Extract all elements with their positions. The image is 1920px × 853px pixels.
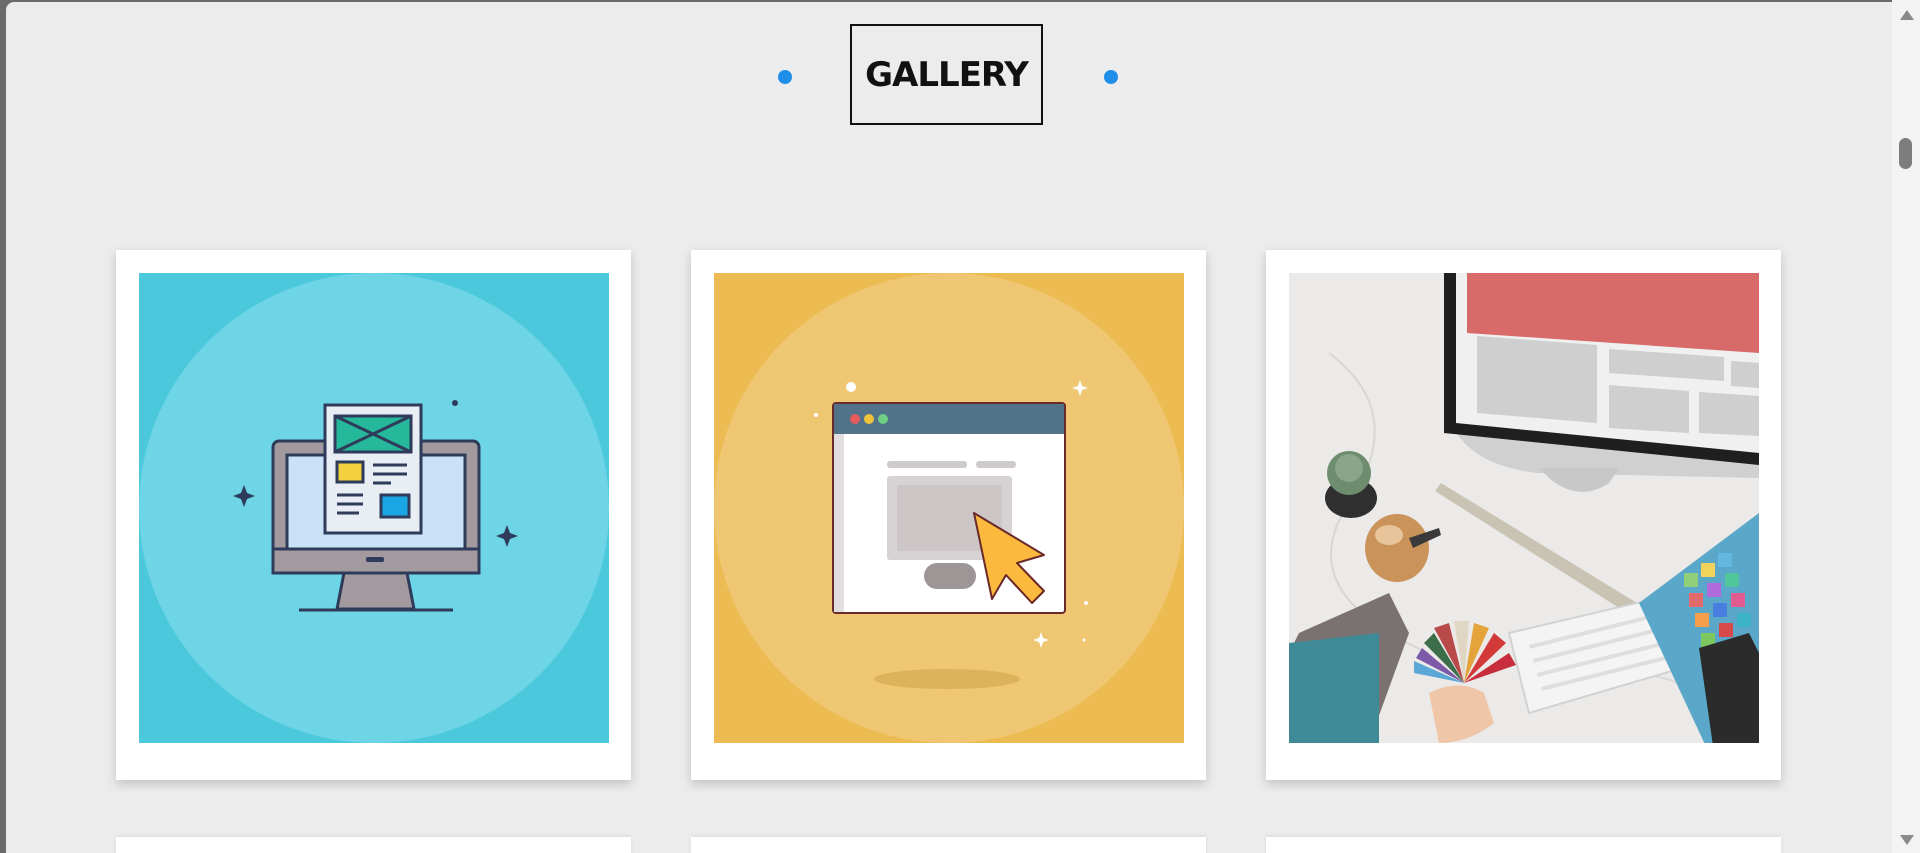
designer-desk-photo[interactable] bbox=[1289, 273, 1759, 743]
page-title: GALLERY bbox=[865, 54, 1029, 95]
page-viewport: GALLERY bbox=[6, 2, 1892, 853]
decorative-dot-right bbox=[1104, 70, 1118, 84]
gallery-card-4[interactable] bbox=[116, 837, 631, 853]
gallery-card-3[interactable] bbox=[1266, 250, 1781, 780]
gallery-title-box: GALLERY bbox=[850, 24, 1043, 125]
web-page-monitor-illustration[interactable] bbox=[139, 273, 609, 743]
gallery-card-6[interactable] bbox=[1266, 837, 1781, 853]
vertical-scrollbar[interactable] bbox=[1892, 0, 1920, 853]
decorative-dot-left bbox=[778, 70, 792, 84]
gallery-card-1[interactable] bbox=[116, 250, 631, 780]
gallery-header: GALLERY bbox=[6, 24, 1892, 130]
browser-window-cursor-illustration[interactable] bbox=[714, 273, 1184, 743]
scroll-down-icon[interactable] bbox=[1900, 835, 1914, 845]
scroll-thumb[interactable] bbox=[1899, 138, 1912, 169]
scroll-up-icon[interactable] bbox=[1900, 10, 1914, 20]
gallery-card-5[interactable] bbox=[691, 837, 1206, 853]
gallery-card-2[interactable] bbox=[691, 250, 1206, 780]
